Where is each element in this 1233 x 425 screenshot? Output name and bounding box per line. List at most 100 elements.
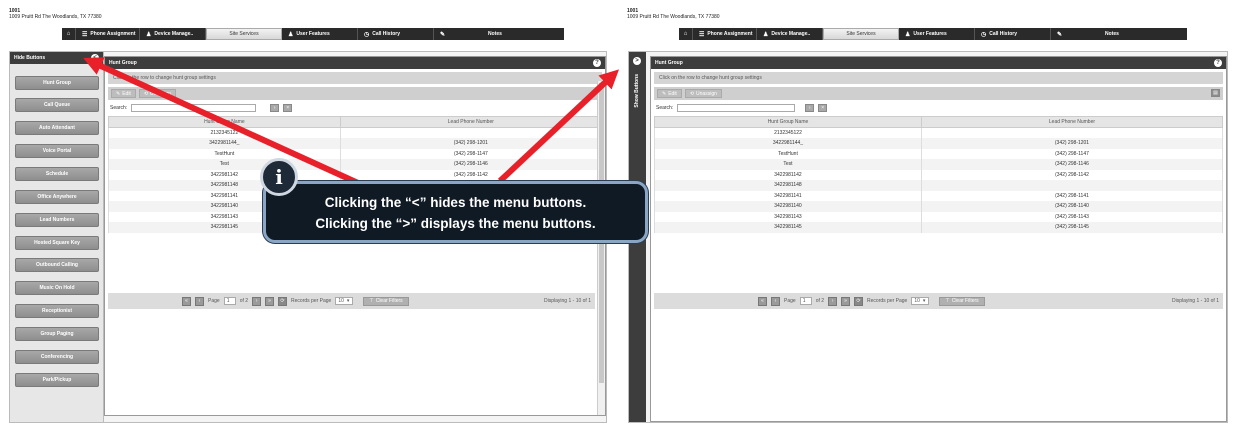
page-input[interactable]: 1 (223, 297, 236, 305)
prev-page-button[interactable]: ‹ (195, 296, 204, 306)
right-address-block: 1001 1009 Pruitt Rd The Woodlands, TX 77… (627, 8, 720, 20)
panel-title: Hunt Group (109, 60, 137, 66)
right-tab-user-features[interactable]: ♟ User Features (899, 28, 975, 40)
search-row: Search: › × (654, 102, 1223, 114)
page-count: of 2 (815, 298, 825, 304)
table-row[interactable]: 3422981144_ (342) 298-1201 (108, 138, 603, 149)
sidebar-item-office-anywhere[interactable]: Office Anywhere (15, 190, 99, 204)
left-tab-device-manage[interactable]: ♟ Device Manage.. (140, 28, 206, 40)
table-row[interactable]: 3422981142 (342) 298-1142 (654, 169, 1224, 180)
sidebar-item-hunt-group[interactable]: Hunt Group (15, 76, 99, 90)
last-page-button[interactable]: » (841, 296, 851, 306)
records-select[interactable]: 10 ▾ (911, 297, 930, 305)
right-tab-notes[interactable]: ✎ Notes (1051, 28, 1187, 40)
filter-icon: ⊤ (945, 298, 950, 304)
info-icon: i (260, 158, 298, 196)
first-page-button[interactable]: « (182, 296, 191, 306)
table-row[interactable]: Test (342) 298-1146 (108, 159, 603, 170)
page-label: Page (208, 298, 220, 304)
first-page-button[interactable]: « (758, 296, 767, 306)
table-row[interactable]: 2132345122 (108, 127, 603, 138)
right-home-tab[interactable]: ⌂ (679, 28, 693, 40)
left-tab-user-features[interactable]: ♟ User Features (282, 28, 358, 40)
table-row[interactable]: 3422981143(342) 298-1143 (654, 211, 1224, 222)
refresh-button[interactable]: ⟳ (854, 296, 864, 306)
records-select[interactable]: 10 ▾ (335, 297, 354, 305)
table-row[interactable]: Test (342) 298-1146 (654, 159, 1224, 170)
next-page-button[interactable]: › (828, 296, 838, 306)
person-icon: ♟ (905, 31, 911, 38)
edit-button[interactable]: ✎ Edit (657, 89, 682, 98)
left-tab-site-services[interactable]: Site Services (206, 28, 282, 40)
sidebar-item-hosted-square-key[interactable]: Hosted Square Key (15, 236, 99, 250)
table-row[interactable]: 3422981140(342) 298-1140 (654, 201, 1224, 212)
hunt-group-table: Hunt Group Name Lead Phone Number 213234… (654, 116, 1224, 233)
table-row[interactable]: TestHunt (342) 298-1147 (108, 148, 603, 159)
left-tab-notes[interactable]: ✎ Notes (434, 28, 564, 40)
edit-icon: ✎ (116, 90, 121, 97)
col-header-phone[interactable]: Lead Phone Number (920, 116, 1224, 128)
col-header-name[interactable]: Hunt Group Name (654, 116, 922, 128)
sidebar-item-voice-portal[interactable]: Voice Portal (15, 144, 99, 158)
sidebar-item-conferencing[interactable]: Conferencing (15, 350, 99, 364)
user-icon: ♟ (146, 31, 152, 38)
panel-scrollbar[interactable] (597, 81, 605, 415)
last-page-button[interactable]: » (265, 296, 275, 306)
right-tab-bar: ⌂ ☰ Phone Assignment ♟ Device Manage.. Sit… (679, 28, 1187, 40)
table-row[interactable]: 2132345122 (654, 127, 1224, 138)
sidebar-item-music-on-hold[interactable]: Music On Hold (15, 281, 99, 295)
unassign-button[interactable]: ⟲ Unassign (684, 89, 722, 98)
left-tab-phone-assignment[interactable]: ☰ Phone Assignment (76, 28, 140, 40)
table-row[interactable]: 3422981144_ (342) 298-1201 (654, 138, 1224, 149)
table-row[interactable]: 3422981148 (654, 180, 1224, 191)
sidebar-item-park-pickup[interactable]: Park/Pickup (15, 373, 99, 387)
edit-button[interactable]: ✎ Edit (111, 89, 136, 98)
right-tab-call-history[interactable]: ◷ Call History (975, 28, 1051, 40)
left-tab-call-history[interactable]: ◷ Call History (358, 28, 434, 40)
search-input[interactable] (677, 104, 796, 112)
search-input[interactable] (131, 104, 257, 112)
clear-filters-button[interactable]: ⊤ Clear Filters (939, 296, 985, 306)
left-address-block: 1001 1009 Pruitt Rd The Woodlands, TX 77… (9, 8, 102, 20)
sidebar-item-group-paging[interactable]: Group Paging (15, 327, 99, 341)
sidebar-item-lead-numbers[interactable]: Lead Numbers (15, 213, 99, 227)
help-icon[interactable]: ? (593, 59, 601, 67)
table-row[interactable]: 3422981142 (342) 298-1142 (108, 169, 603, 180)
sidebar-item-receptionist[interactable]: Receptionist (15, 304, 99, 318)
sidebar-item-call-queue[interactable]: Call Queue (15, 98, 99, 112)
page-input[interactable]: 1 (799, 297, 812, 305)
page-label: Page (784, 298, 796, 304)
sidebar-item-outbound-calling[interactable]: Outbound Calling (15, 258, 99, 272)
table-row[interactable]: TestHunt (342) 298-1147 (654, 148, 1224, 159)
right-tab-phone-assignment[interactable]: ☰ Phone Assignment (693, 28, 757, 40)
home-icon: ⌂ (683, 31, 688, 37)
right-tab-device-manage[interactable]: ♟ Device Manage.. (757, 28, 823, 40)
left-sidebar: Hide Buttons < Hunt Group Call Queue Aut… (10, 52, 104, 422)
right-tab-site-services[interactable]: Site Services (823, 28, 899, 40)
help-icon[interactable]: ? (1214, 59, 1222, 67)
hide-buttons-toggle[interactable]: < (91, 54, 99, 62)
search-clear-button[interactable]: × (283, 104, 293, 112)
export-icon[interactable]: ▤ (1211, 89, 1220, 97)
search-clear-button[interactable]: × (818, 104, 828, 112)
left-address: 1009 Pruitt Rd The Woodlands, TX 77380 (9, 13, 102, 20)
col-header-phone[interactable]: Lead Phone Number (339, 116, 603, 128)
prev-page-button[interactable]: ‹ (771, 296, 780, 306)
search-go-button[interactable]: › (270, 104, 280, 112)
panel-header: Hunt Group ? (105, 57, 605, 69)
refresh-icon: ⟲ (143, 90, 149, 97)
refresh-button[interactable]: ⟳ (278, 296, 288, 306)
table-row[interactable]: 3422981145(342) 298-1145 (654, 222, 1224, 233)
left-home-tab[interactable]: ⌂ (62, 28, 76, 40)
table-row[interactable]: 3422981141(342) 298-1141 (654, 190, 1224, 201)
search-go-button[interactable]: › (805, 104, 815, 112)
pencil-icon: ✎ (440, 31, 446, 38)
show-buttons-toggle[interactable]: > (633, 57, 641, 65)
sidebar-item-schedule[interactable]: Schedule (15, 167, 99, 181)
chevron-down-icon: ▾ (346, 298, 350, 304)
sidebar-item-auto-attendant[interactable]: Auto Attendant (15, 121, 99, 135)
clear-filters-button[interactable]: ⊤ Clear Filters (363, 296, 409, 306)
unassign-button[interactable]: ⟲ Unassign (138, 89, 176, 98)
col-header-name[interactable]: Hunt Group Name (108, 116, 341, 128)
next-page-button[interactable]: › (252, 296, 262, 306)
